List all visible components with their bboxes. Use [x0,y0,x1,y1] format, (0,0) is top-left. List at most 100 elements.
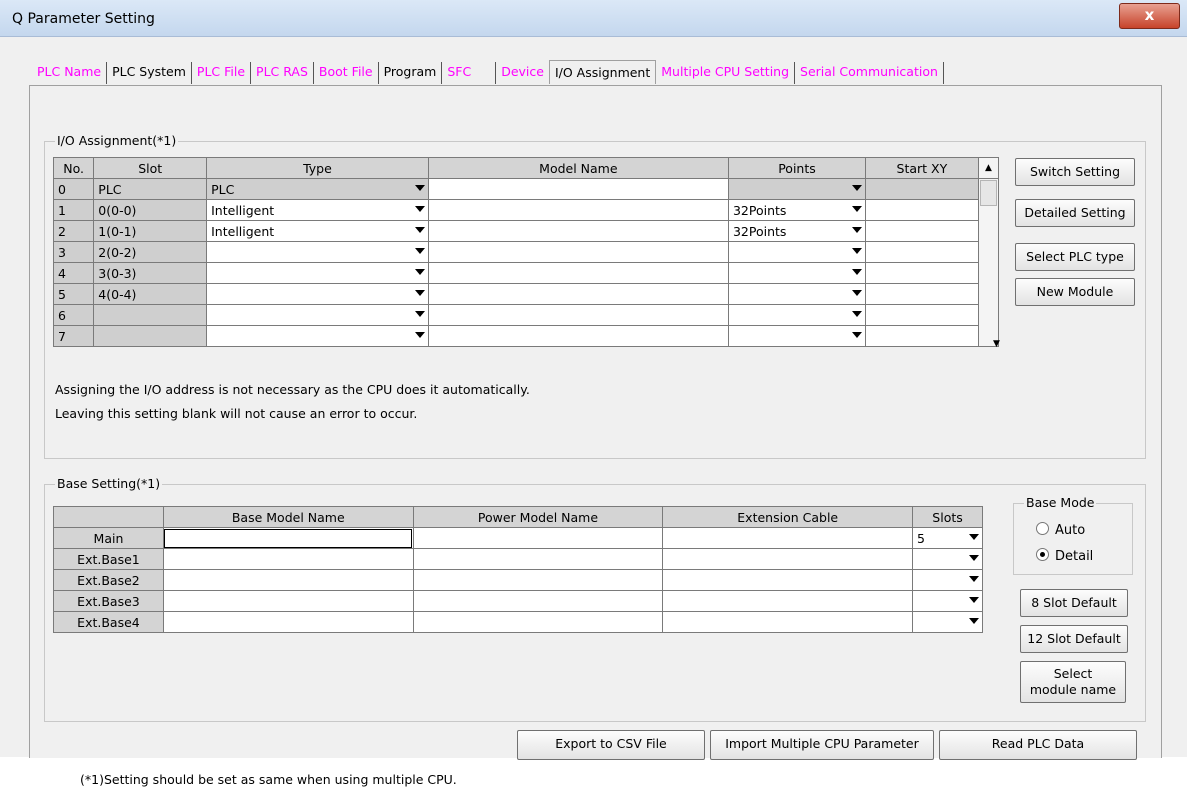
export-csv-button[interactable]: Export to CSV File [517,730,705,760]
power-model-cell[interactable] [412,590,664,612]
points-dropdown[interactable] [727,304,866,326]
chevron-down-icon [851,311,862,317]
extension-cable-cell[interactable] [662,548,914,570]
type-dropdown[interactable]: Intelligent [206,199,429,221]
row-slot: 0(0-0) [93,199,208,221]
base-model-cell[interactable] [162,527,414,549]
power-model-cell[interactable] [412,569,664,591]
row-no: 4 [52,262,95,284]
scroll-down-arrow[interactable]: ▼ [993,339,1000,349]
extension-cable-cell[interactable] [662,569,914,591]
model-name-cell[interactable] [427,304,729,326]
points-dropdown[interactable] [727,262,866,284]
type-dropdown[interactable] [206,262,429,284]
chevron-down-icon [851,332,862,338]
type-dropdown[interactable]: Intelligent [206,220,429,242]
type-dropdown[interactable] [206,325,429,347]
model-name-cell[interactable] [427,220,729,242]
start-xy-cell[interactable] [864,199,979,221]
model-name-cell[interactable] [427,325,729,347]
scrollbar-thumb[interactable] [979,180,997,206]
extension-cable-cell[interactable] [662,590,914,612]
scrollbar-track[interactable] [977,178,1000,347]
model-name-cell[interactable] [427,283,729,305]
base-mode-detail-radio[interactable]: Detail [1036,548,1093,564]
tab-multiple-cpu-setting[interactable]: Multiple CPU Setting [656,62,796,84]
read-plc-data-button[interactable]: Read PLC Data [939,730,1137,760]
tab-plc-system[interactable]: PLC System [107,62,192,84]
base-setting-group: Base Setting(*1) Base Model Name Power M… [44,476,1146,722]
model-name-cell[interactable] [427,199,729,221]
base-row-label: Main [53,527,164,549]
points-dropdown[interactable] [727,178,866,200]
base-model-cell[interactable] [162,569,414,591]
tab-boot-file[interactable]: Boot File [314,62,379,84]
tab-sfc[interactable]: SFC [442,62,497,84]
model-name-cell[interactable] [427,241,729,263]
slots-dropdown[interactable] [912,548,983,570]
tab-program[interactable]: Program [379,62,443,84]
points-dropdown[interactable]: 32Points [727,199,866,221]
chevron-down-icon [851,248,862,254]
start-xy-cell[interactable] [864,325,979,347]
tab-device[interactable]: Device [496,62,549,84]
slots-dropdown[interactable] [912,590,983,612]
power-model-cell[interactable] [412,611,664,633]
points-dropdown[interactable]: 32Points [727,220,866,242]
start-xy-cell[interactable] [864,304,979,326]
tab-plc-file[interactable]: PLC File [192,62,252,84]
base-row-label: Ext.Base3 [53,590,164,612]
scroll-up-arrow[interactable]: ▲ [977,157,1000,179]
model-name-cell[interactable] [427,262,729,284]
io-assignment-legend: I/O Assignment(*1) [55,133,179,148]
import-multiple-cpu-button[interactable]: Import Multiple CPU Parameter [710,730,934,760]
table-row: 4 3(0-3) [52,262,999,284]
points-dropdown[interactable] [727,325,866,347]
slots-dropdown[interactable] [912,569,983,591]
12-slot-default-button[interactable]: 12 Slot Default [1020,625,1128,653]
points-dropdown[interactable] [727,241,866,263]
base-model-cell[interactable] [162,548,414,570]
select-plc-type-button[interactable]: Select PLC type [1015,243,1135,271]
start-xy-cell[interactable] [864,178,979,200]
detailed-setting-button[interactable]: Detailed Setting [1015,199,1135,227]
row-no: 5 [52,283,95,305]
type-dropdown[interactable] [206,241,429,263]
base-mode-legend: Base Mode [1024,495,1097,510]
type-dropdown[interactable] [206,283,429,305]
tab-serial-communication[interactable]: Serial Communication [795,62,944,84]
table-row: 6 [52,304,999,326]
start-xy-cell[interactable] [864,241,979,263]
io-note-1: Assigning the I/O address is not necessa… [55,382,530,397]
switch-setting-button[interactable]: Switch Setting [1015,158,1135,186]
io-assignment-table: No. Slot Type Model Name Points Start XY… [52,157,1000,347]
close-button[interactable]: x [1119,3,1180,29]
slots-dropdown[interactable]: 5 [912,527,983,549]
start-xy-cell[interactable] [864,262,979,284]
start-xy-cell[interactable] [864,283,979,305]
slots-dropdown[interactable] [912,611,983,633]
extension-cable-cell[interactable] [662,611,914,633]
power-model-cell[interactable] [412,548,664,570]
extension-cable-cell[interactable] [662,527,914,549]
base-mode-auto-radio[interactable]: Auto [1036,522,1085,538]
new-module-button[interactable]: New Module [1015,278,1135,306]
select-module-name-button[interactable]: Select module name [1020,661,1126,703]
start-xy-cell[interactable] [864,220,979,242]
chevron-down-icon [414,248,425,254]
chevron-down-icon [969,576,979,582]
tab-io-assignment[interactable]: I/O Assignment [548,60,657,84]
base-model-cell[interactable] [162,590,414,612]
tab-plc-name[interactable]: PLC Name [32,62,108,84]
chevron-down-icon [851,227,862,233]
type-dropdown[interactable] [206,304,429,326]
model-name-cell[interactable] [427,178,729,200]
tab-plc-ras[interactable]: PLC RAS [251,62,314,84]
base-model-cell[interactable] [162,611,414,633]
points-dropdown[interactable] [727,283,866,305]
power-model-cell[interactable] [412,527,664,549]
io-header-row: No. Slot Type Model Name Points Start XY… [52,157,1000,179]
8-slot-default-button[interactable]: 8 Slot Default [1020,589,1128,617]
table-row: Main 5 [53,527,983,549]
type-dropdown[interactable]: PLC [206,178,429,200]
